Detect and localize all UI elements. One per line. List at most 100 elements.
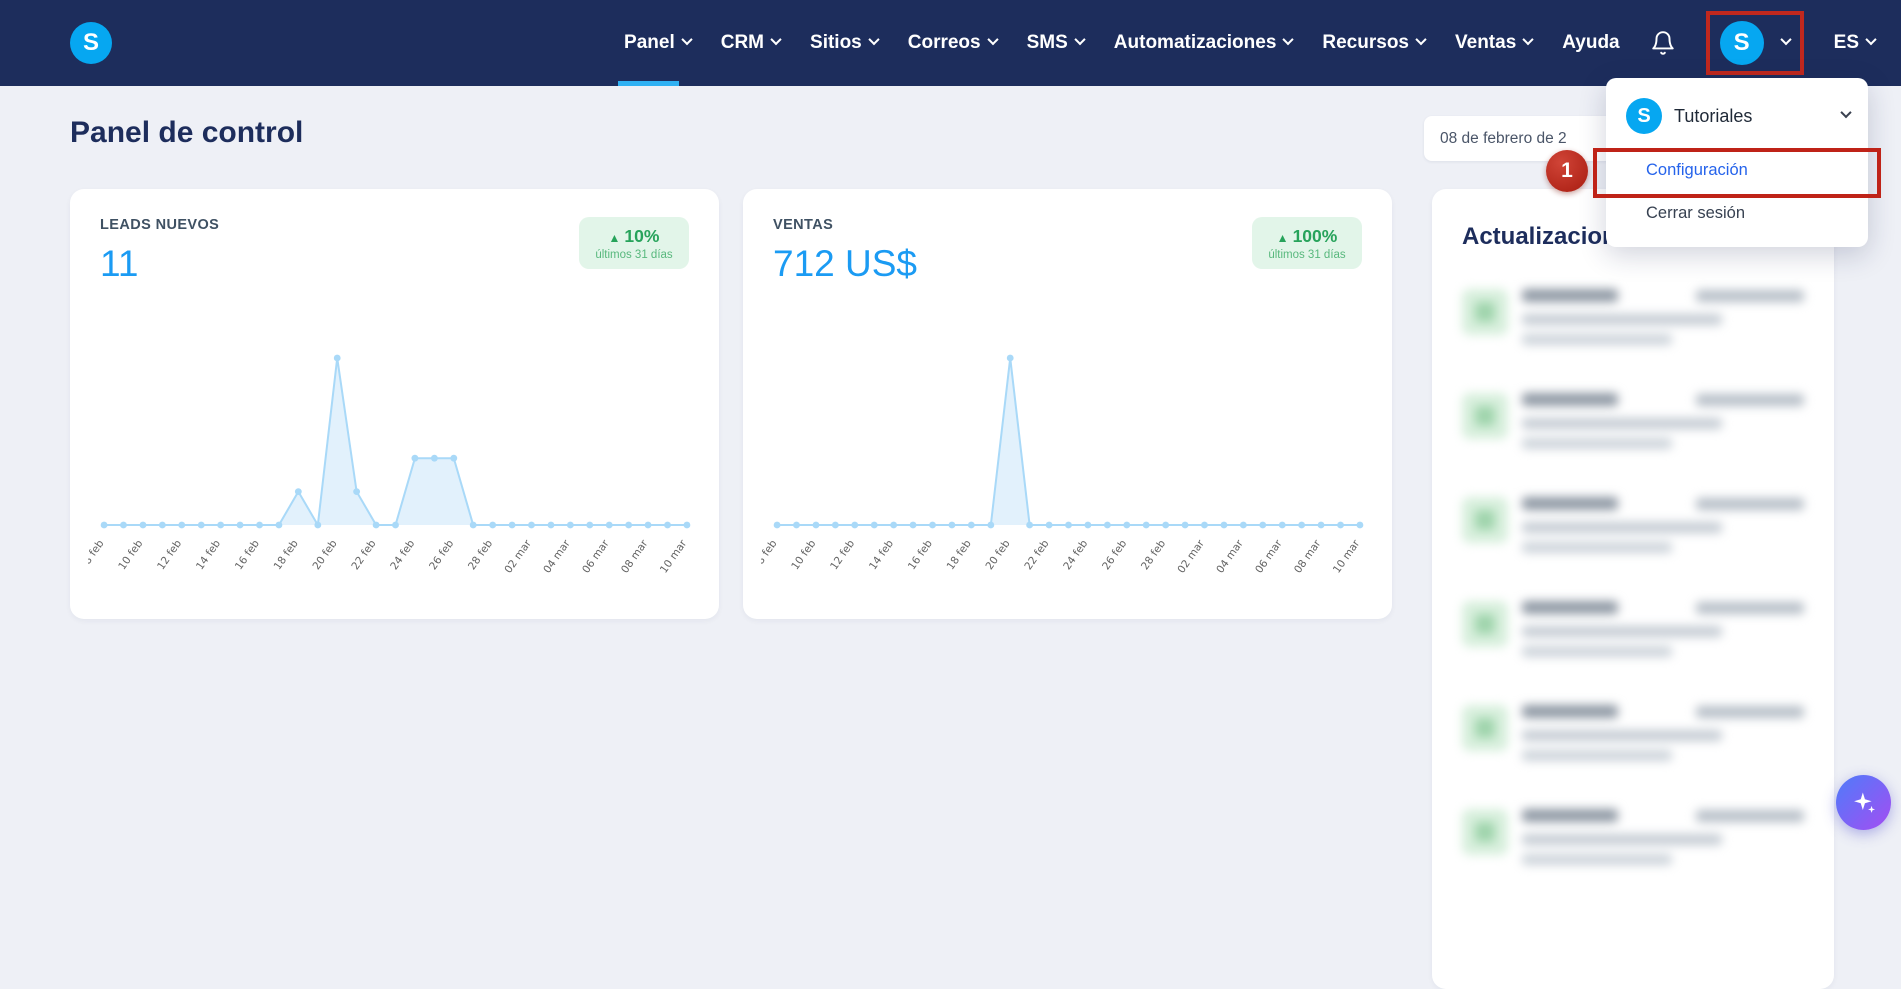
- leads-chart-area: 08 feb 10 feb 12 feb 14 feb 16 feb 18 feb 20 f…: [77, 313, 701, 613]
- nav-item-sms[interactable]: SMS: [1027, 0, 1086, 86]
- blurred-title: [1522, 705, 1618, 718]
- data-point: [566, 521, 574, 529]
- blurred-text-line: [1522, 438, 1672, 449]
- blurred-text-line: [1522, 418, 1722, 429]
- data-point: [392, 521, 399, 529]
- data-point: [1298, 521, 1306, 529]
- blurred-text-line: [1522, 730, 1722, 741]
- data-point: [139, 521, 147, 529]
- data-point: [120, 521, 127, 529]
- data-point: [967, 521, 975, 529]
- data-point: [333, 354, 341, 362]
- top-navbar: S Panel CRM Sitios Correos SMS Automatiz…: [0, 0, 1901, 86]
- data-point: [1103, 521, 1111, 529]
- x-axis-tick-label: 26 feb: [427, 538, 456, 573]
- notification-bell-button[interactable]: [1650, 30, 1676, 56]
- update-item-content: [1522, 289, 1804, 345]
- nav-item-sitios[interactable]: Sitios: [810, 0, 880, 86]
- blurred-title: [1522, 497, 1618, 510]
- data-point: [773, 521, 781, 529]
- data-point: [605, 521, 613, 529]
- update-item[interactable]: [1462, 809, 1804, 865]
- x-axis-tick-label: 24 feb: [388, 538, 417, 573]
- x-axis-tick-label: 14 feb: [194, 538, 223, 573]
- x-axis-tick-label: 08 mar: [1292, 537, 1324, 575]
- leads-card-header: LEADS NUEVOS 11 ▲ 10% últimos 31 días: [100, 217, 689, 285]
- trend-area: [777, 358, 1360, 525]
- x-axis-tick-label: 20 feb: [984, 538, 1013, 573]
- data-point: [1045, 521, 1053, 529]
- data-point: [948, 521, 956, 529]
- data-point: [372, 521, 380, 529]
- update-type-icon: [1462, 601, 1508, 647]
- step-number: 1: [1561, 159, 1573, 182]
- data-point: [314, 521, 322, 529]
- x-axis-tick-label: 02 mar: [502, 537, 534, 575]
- blurred-text-line: [1522, 834, 1722, 845]
- data-point: [508, 521, 516, 529]
- update-item[interactable]: [1462, 393, 1804, 449]
- x-axis-tick-label: 10 feb: [789, 538, 818, 573]
- menu-item-cerrar-sesion[interactable]: Cerrar sesión: [1606, 192, 1868, 235]
- brand-logo[interactable]: S: [70, 22, 112, 64]
- nav-item-crm-label: CRM: [720, 32, 765, 53]
- nav-item-ventas[interactable]: Ventas: [1455, 0, 1534, 86]
- trend-up-icon: ▲: [1276, 231, 1289, 245]
- ai-assistant-button[interactable]: [1836, 775, 1891, 830]
- nav-item-recursos[interactable]: Recursos: [1322, 0, 1427, 86]
- menu-item-configuracion[interactable]: Configuración: [1606, 149, 1868, 192]
- data-point: [683, 521, 691, 529]
- sales-trend-period: últimos 31 días: [1268, 249, 1346, 261]
- update-item[interactable]: [1462, 705, 1804, 761]
- nav-item-sitios-label: Sitios: [810, 32, 862, 53]
- nav-item-correos[interactable]: Correos: [907, 0, 999, 86]
- blurred-text-line: [1522, 626, 1722, 637]
- data-point: [851, 521, 859, 529]
- update-type-icon: [1462, 497, 1508, 543]
- data-point: [1084, 521, 1092, 529]
- user-avatar-letter: S: [1733, 29, 1750, 56]
- user-avatar[interactable]: S: [1719, 21, 1764, 65]
- blurred-text-line: [1522, 334, 1672, 345]
- data-point: [644, 521, 652, 529]
- x-axis-tick-label: 14 feb: [867, 538, 896, 573]
- update-item[interactable]: [1462, 497, 1804, 553]
- nav-item-ayuda[interactable]: Ayuda: [1562, 0, 1619, 86]
- language-selector[interactable]: ES: [1834, 32, 1877, 54]
- update-type-icon: [1462, 705, 1508, 751]
- x-axis-tick-label: 04 mar: [541, 537, 573, 575]
- nav-item-panel[interactable]: Panel: [618, 0, 693, 86]
- chevron-down-icon: [681, 33, 693, 46]
- page-title: Panel de control: [70, 116, 304, 149]
- nav-item-correos-label: Correos: [907, 32, 981, 53]
- x-axis-tick-label: 18 feb: [272, 538, 301, 573]
- leads-metric-card: LEADS NUEVOS 11 ▲ 10% últimos 31 días 08 …: [70, 189, 719, 619]
- annotation-step-badge: 1: [1546, 150, 1588, 192]
- data-point: [1123, 521, 1131, 529]
- updates-list: [1462, 289, 1804, 865]
- update-item[interactable]: [1462, 601, 1804, 657]
- nav-item-recursos-label: Recursos: [1322, 32, 1409, 53]
- data-point: [528, 521, 535, 529]
- blurred-text-line: [1522, 542, 1672, 553]
- blurred-date: [1696, 393, 1804, 406]
- date-range-text: 08 de febrero de 2: [1440, 129, 1567, 147]
- data-point: [1220, 521, 1228, 529]
- trend-up-icon: ▲: [608, 231, 621, 245]
- chevron-down-icon: [1282, 33, 1295, 46]
- nav-menu: Panel CRM Sitios Correos SMS Automatizac…: [618, 0, 1877, 86]
- data-point: [294, 488, 302, 495]
- workspace-selector[interactable]: S Tutoriales: [1606, 86, 1868, 149]
- x-axis-tick-label: 22 feb: [349, 538, 378, 573]
- update-item[interactable]: [1462, 289, 1804, 345]
- sales-trend-chart: 08 feb 10 feb 12 feb 14 feb 16 feb 18 feb 20 f…: [750, 354, 1364, 576]
- nav-item-crm[interactable]: CRM: [720, 0, 782, 86]
- data-point: [158, 521, 166, 529]
- blurred-text-line: [1522, 646, 1672, 657]
- x-axis-tick-label: 10 mar: [658, 537, 690, 575]
- blurred-date: [1696, 809, 1804, 822]
- sales-card-left: VENTAS 712 US$: [773, 217, 917, 285]
- sales-trend-pct: 100%: [1292, 226, 1338, 246]
- data-point: [870, 521, 878, 529]
- nav-item-automatizaciones[interactable]: Automatizaciones: [1114, 0, 1295, 86]
